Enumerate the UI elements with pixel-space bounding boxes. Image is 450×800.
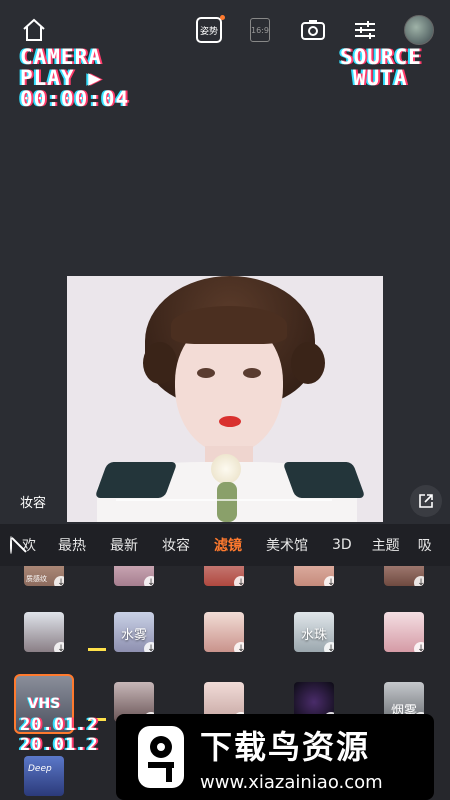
tab-theme[interactable]: 主题: [372, 535, 400, 555]
tab-absorb[interactable]: 吸: [418, 535, 432, 555]
download-icon: ↓: [144, 576, 154, 586]
share-external-icon: [419, 494, 433, 508]
download-icon: ↓: [414, 642, 424, 652]
download-icon: ↓: [414, 576, 424, 586]
bird-logo-icon: [138, 726, 184, 788]
tab-3d[interactable]: 3D: [332, 537, 352, 553]
filter-thumb[interactable]: ↓: [294, 566, 334, 586]
filter-thumb[interactable]: ↓: [204, 566, 244, 586]
filter-label: Deep: [28, 764, 52, 774]
aspect-ratio-label: 16:9: [251, 25, 269, 35]
portrait-bun-left: [143, 342, 177, 384]
pose-label: 姿势: [199, 26, 218, 37]
hud-wuta-text: WUTA: [353, 66, 408, 90]
vhs-date-text: 20.01.2: [20, 735, 99, 755]
download-icon: ↓: [54, 576, 64, 586]
sliders-icon: [355, 21, 375, 39]
filter-thumb[interactable]: ↓: [384, 566, 424, 586]
filter-thumb[interactable]: 质感纹 ↓: [24, 566, 64, 586]
filter-label: VHS: [27, 696, 61, 712]
home-button[interactable]: [20, 16, 48, 44]
portrait-lips: [219, 416, 241, 427]
watermark-url: www.xiazainiao.com: [200, 771, 383, 793]
download-icon: ↓: [144, 642, 154, 652]
filter-thumb[interactable]: ↓: [114, 566, 154, 586]
portrait-eye-right: [243, 368, 261, 378]
aspect-ratio-button[interactable]: 16:9: [250, 18, 270, 42]
filter-category-tabs: 欢 最热 最新 妆容 滤镜 美术馆 3D 主题 吸: [0, 524, 450, 567]
tab-gallery[interactable]: 美术馆: [266, 535, 308, 555]
download-icon: ↓: [234, 642, 244, 652]
portrait-bangs: [171, 306, 287, 344]
pose-button[interactable]: 姿势: [196, 15, 225, 43]
hud-timecode: 00:00:04: [20, 87, 130, 111]
makeup-label: 妆容: [20, 496, 47, 511]
notification-dot-icon: [220, 15, 225, 20]
makeup-intensity-slider[interactable]: [116, 499, 332, 501]
no-filter-button[interactable]: [10, 536, 27, 554]
filter-thumb[interactable]: ↓: [204, 612, 244, 652]
portrait-bow-right: [282, 462, 366, 498]
filter-label: 质感纹: [26, 575, 47, 583]
portrait-flower: [211, 454, 241, 484]
watermark-banner: 下载鸟资源 www.xiazainiao.com: [116, 714, 434, 800]
hud-camera-text: CAMERA: [20, 45, 102, 69]
watermark-title: 下载鸟资源: [200, 727, 371, 766]
new-indicator: [88, 648, 106, 651]
tab-newest[interactable]: 最新: [110, 535, 138, 555]
download-icon: ↓: [54, 642, 64, 652]
filter-thumb-deep[interactable]: Deep: [24, 756, 64, 796]
tab-filters[interactable]: 滤镜: [214, 535, 242, 555]
download-icon: ↓: [234, 576, 244, 586]
camera-switch-icon: [301, 20, 325, 40]
tab-hottest[interactable]: 最热: [58, 535, 86, 555]
hud-play-text: PLAY ▶: [20, 66, 102, 90]
tab-makeup[interactable]: 妆容: [162, 535, 190, 555]
switch-camera-button[interactable]: [298, 16, 328, 44]
download-icon: ↓: [324, 576, 334, 586]
filter-thumb[interactable]: ↓: [24, 612, 64, 652]
camera-preview-photo[interactable]: [67, 276, 383, 522]
portrait-eye-left: [197, 368, 215, 378]
filter-thumb-mist[interactable]: 水雾 ↓: [114, 612, 154, 652]
settings-button[interactable]: [352, 18, 378, 42]
hud-source-text: SOURCE: [340, 45, 422, 69]
download-icon: ↓: [324, 642, 334, 652]
vhs-date-text: 20.01.2: [20, 715, 99, 735]
filter-label: 水雾: [120, 628, 147, 643]
home-icon: [23, 18, 45, 41]
portrait-bow-left: [94, 462, 178, 498]
avatar[interactable]: [404, 15, 434, 45]
filter-thumb[interactable]: ↓: [384, 612, 424, 652]
filter-label: 水珠: [300, 628, 327, 643]
filter-thumb-pearl[interactable]: 水珠 ↓: [294, 612, 334, 652]
portrait-flower-stem: [217, 482, 237, 522]
portrait-bun-right: [291, 342, 325, 384]
share-button[interactable]: [410, 485, 442, 517]
